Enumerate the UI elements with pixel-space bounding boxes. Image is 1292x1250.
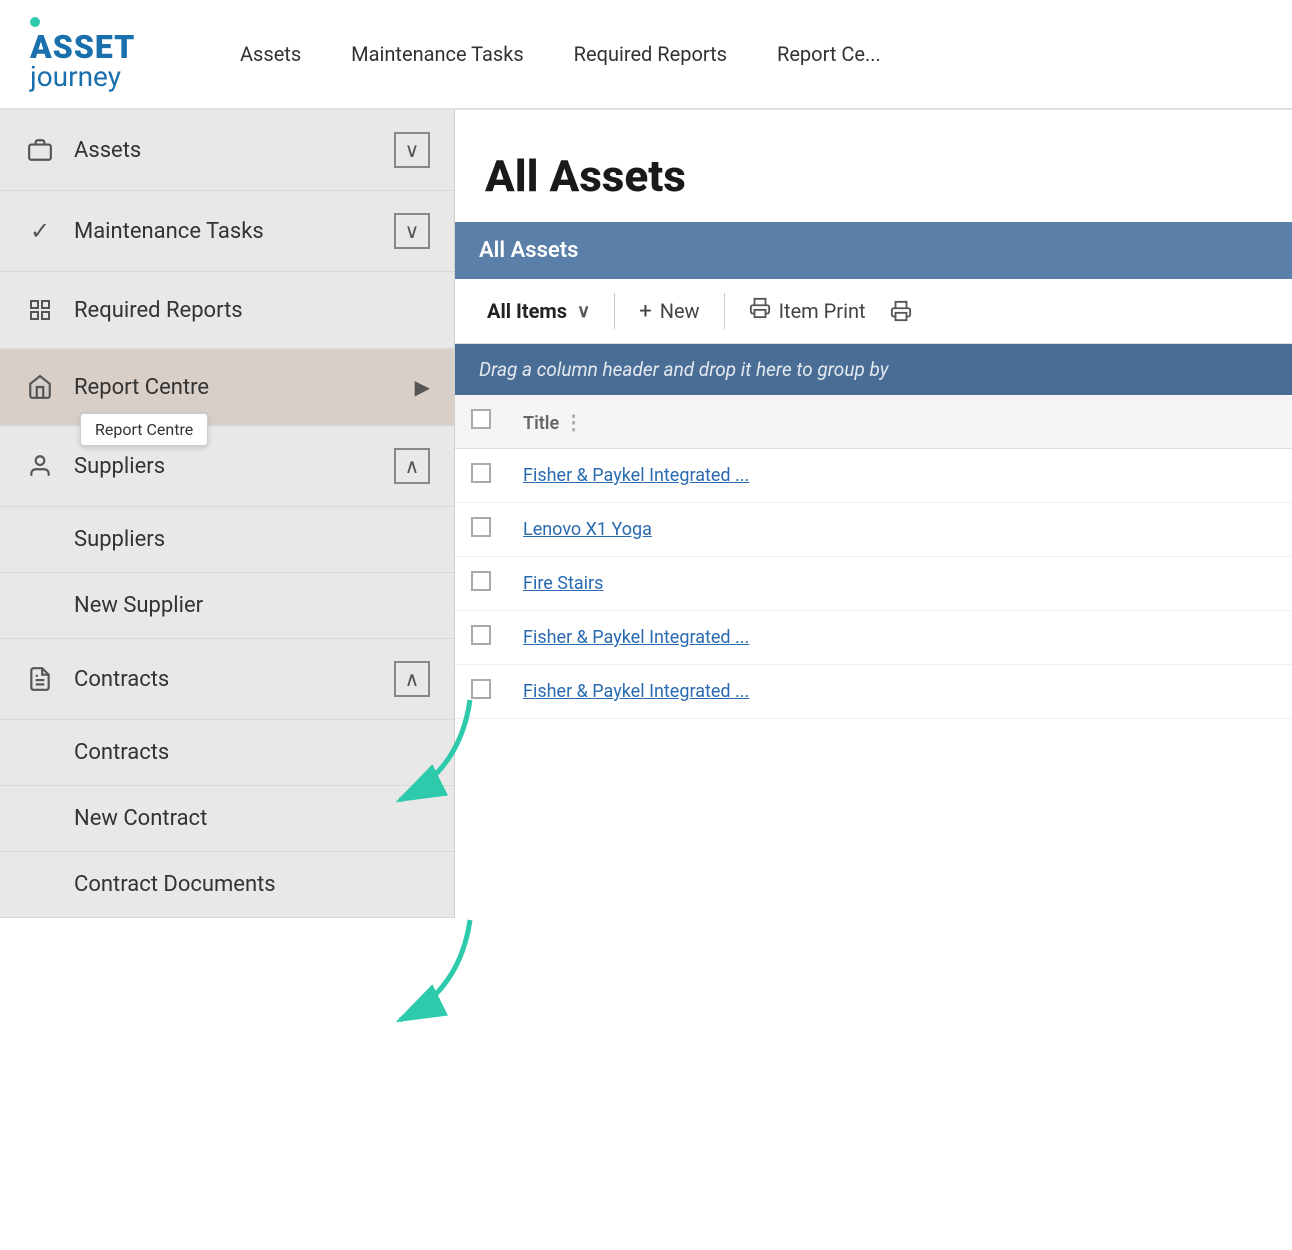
top-nav: ASSET journey Assets Maintenance Tasks R…	[0, 0, 1292, 110]
table-row: Fisher & Paykel Integrated ...	[455, 449, 1292, 503]
row-2-checkbox-cell	[455, 503, 507, 557]
row-4-title-cell: Fisher & Paykel Integrated ...	[507, 611, 1292, 665]
row-5-checkbox[interactable]	[471, 679, 491, 699]
new-button[interactable]: + New	[627, 291, 711, 332]
page-title: All Assets	[455, 110, 1292, 222]
filter-label: All Items	[487, 299, 567, 323]
sidebar: Assets ∨ ✓ Maintenance Tasks ∨ Required …	[0, 110, 455, 918]
table-header-row: Title ⋮	[455, 395, 1292, 449]
plus-icon: +	[639, 299, 651, 324]
row-4-checkbox-cell	[455, 611, 507, 665]
sidebar-sub-contract-documents[interactable]: Contract Documents	[0, 852, 454, 918]
table-header-bar: All Assets	[455, 222, 1292, 279]
sidebar-item-assets[interactable]: Assets ∨	[0, 110, 454, 191]
briefcase-icon	[24, 134, 56, 166]
toolbar-divider-2	[724, 293, 725, 329]
sidebar-suppliers-label: Suppliers	[74, 454, 384, 479]
sidebar-item-maintenance[interactable]: ✓ Maintenance Tasks ∨	[0, 191, 454, 272]
new-label: New	[660, 299, 700, 323]
nav-required-reports[interactable]: Required Reports	[574, 42, 727, 66]
row-1-checkbox-cell	[455, 449, 507, 503]
header-checkbox[interactable]	[471, 409, 491, 429]
maintenance-chevron-down[interactable]: ∨	[394, 213, 430, 249]
table-row: Fire Stairs	[455, 557, 1292, 611]
th-checkbox	[455, 395, 507, 449]
col-menu-icon[interactable]: ⋮	[564, 410, 584, 434]
print-icon-button[interactable]	[878, 292, 924, 330]
item-print-label: Item Print	[779, 299, 866, 323]
sidebar-maintenance-label: Maintenance Tasks	[74, 219, 384, 244]
row-1-title-link[interactable]: Fisher & Paykel Integrated ...	[523, 465, 749, 486]
sidebar-contracts-label: Contracts	[74, 667, 384, 692]
report-centre-tooltip: Report Centre	[80, 413, 208, 446]
nav-maintenance-tasks[interactable]: Maintenance Tasks	[351, 42, 524, 66]
home-icon	[24, 371, 56, 403]
nav-links: Assets Maintenance Tasks Required Report…	[240, 42, 881, 66]
row-4-checkbox[interactable]	[471, 625, 491, 645]
cursor-icon: ▶	[415, 375, 430, 399]
sidebar-sub-new-supplier[interactable]: New Supplier	[0, 573, 454, 639]
row-3-title-link[interactable]: Fire Stairs	[523, 573, 603, 594]
checkmark-icon: ✓	[24, 215, 56, 247]
data-table: Title ⋮ Fisher & Paykel Integrated ...	[455, 395, 1292, 719]
sidebar-item-required-reports[interactable]: Required Reports	[0, 272, 454, 349]
main-content: All Assets All Assets All Items ∨ + New	[455, 110, 1292, 1250]
row-5-checkbox-cell	[455, 665, 507, 719]
row-1-checkbox[interactable]	[471, 463, 491, 483]
toolbar-divider-1	[614, 293, 615, 329]
sidebar-item-suppliers[interactable]: Suppliers ∧	[0, 426, 454, 507]
sidebar-required-reports-label: Required Reports	[74, 298, 430, 323]
nav-assets[interactable]: Assets	[240, 42, 301, 66]
sidebar-contract-documents-label: Contract Documents	[74, 872, 276, 897]
contracts-chevron-up[interactable]: ∧	[394, 661, 430, 697]
row-2-title-link[interactable]: Lenovo X1 Yoga	[523, 519, 652, 540]
person-icon	[24, 450, 56, 482]
suppliers-chevron-up[interactable]: ∧	[394, 448, 430, 484]
sidebar-item-report-centre[interactable]: Report Centre ▶ Report Centre	[0, 349, 454, 426]
assets-chevron-down[interactable]: ∨	[394, 132, 430, 168]
group-by-bar: Drag a column header and drop it here to…	[455, 344, 1292, 395]
sidebar-sub-new-contract[interactable]: New Contract	[0, 786, 454, 852]
document-icon	[24, 663, 56, 695]
filter-select[interactable]: All Items ∨	[475, 291, 602, 331]
row-4-title-link[interactable]: Fisher & Paykel Integrated ...	[523, 627, 749, 648]
sidebar-report-centre-label: Report Centre	[74, 375, 407, 400]
table-row: Lenovo X1 Yoga	[455, 503, 1292, 557]
printer-icon	[749, 297, 771, 325]
row-5-title-cell: Fisher & Paykel Integrated ...	[507, 665, 1292, 719]
logo-journey-text: journey	[30, 63, 190, 91]
sidebar-wrapper: Assets ∨ ✓ Maintenance Tasks ∨ Required …	[0, 110, 455, 1250]
item-print-button[interactable]: Item Print	[737, 289, 878, 333]
grid-icon	[24, 294, 56, 326]
row-2-checkbox[interactable]	[471, 517, 491, 537]
nav-report-centre[interactable]: Report Ce...	[777, 42, 881, 66]
row-2-title-cell: Lenovo X1 Yoga	[507, 503, 1292, 557]
sidebar-suppliers-sub-label: Suppliers	[74, 527, 165, 552]
table-row: Fisher & Paykel Integrated ...	[455, 665, 1292, 719]
sidebar-new-contract-label: New Contract	[74, 806, 207, 831]
sidebar-item-contracts[interactable]: Contracts ∧	[0, 639, 454, 720]
logo[interactable]: ASSET journey	[30, 17, 190, 91]
table-toolbar: All Items ∨ + New Item Print	[455, 279, 1292, 344]
row-1-title-cell: Fisher & Paykel Integrated ...	[507, 449, 1292, 503]
table-row: Fisher & Paykel Integrated ...	[455, 611, 1292, 665]
row-3-title-cell: Fire Stairs	[507, 557, 1292, 611]
filter-chevron-icon: ∨	[577, 301, 590, 322]
th-title: Title ⋮	[507, 395, 1292, 449]
sidebar-contracts-list-label: Contracts	[74, 740, 169, 765]
row-3-checkbox-cell	[455, 557, 507, 611]
col-title-label: Title	[523, 413, 559, 434]
logo-dot	[30, 17, 40, 27]
sidebar-assets-label: Assets	[74, 138, 384, 163]
row-3-checkbox[interactable]	[471, 571, 491, 591]
logo-asset-text: ASSET	[30, 31, 190, 63]
sidebar-sub-contracts-list[interactable]: Contracts	[0, 720, 454, 786]
row-5-title-link[interactable]: Fisher & Paykel Integrated ...	[523, 681, 749, 702]
sidebar-sub-suppliers[interactable]: Suppliers	[0, 507, 454, 573]
main-layout: Assets ∨ ✓ Maintenance Tasks ∨ Required …	[0, 110, 1292, 1250]
sidebar-new-supplier-label: New Supplier	[74, 593, 203, 618]
